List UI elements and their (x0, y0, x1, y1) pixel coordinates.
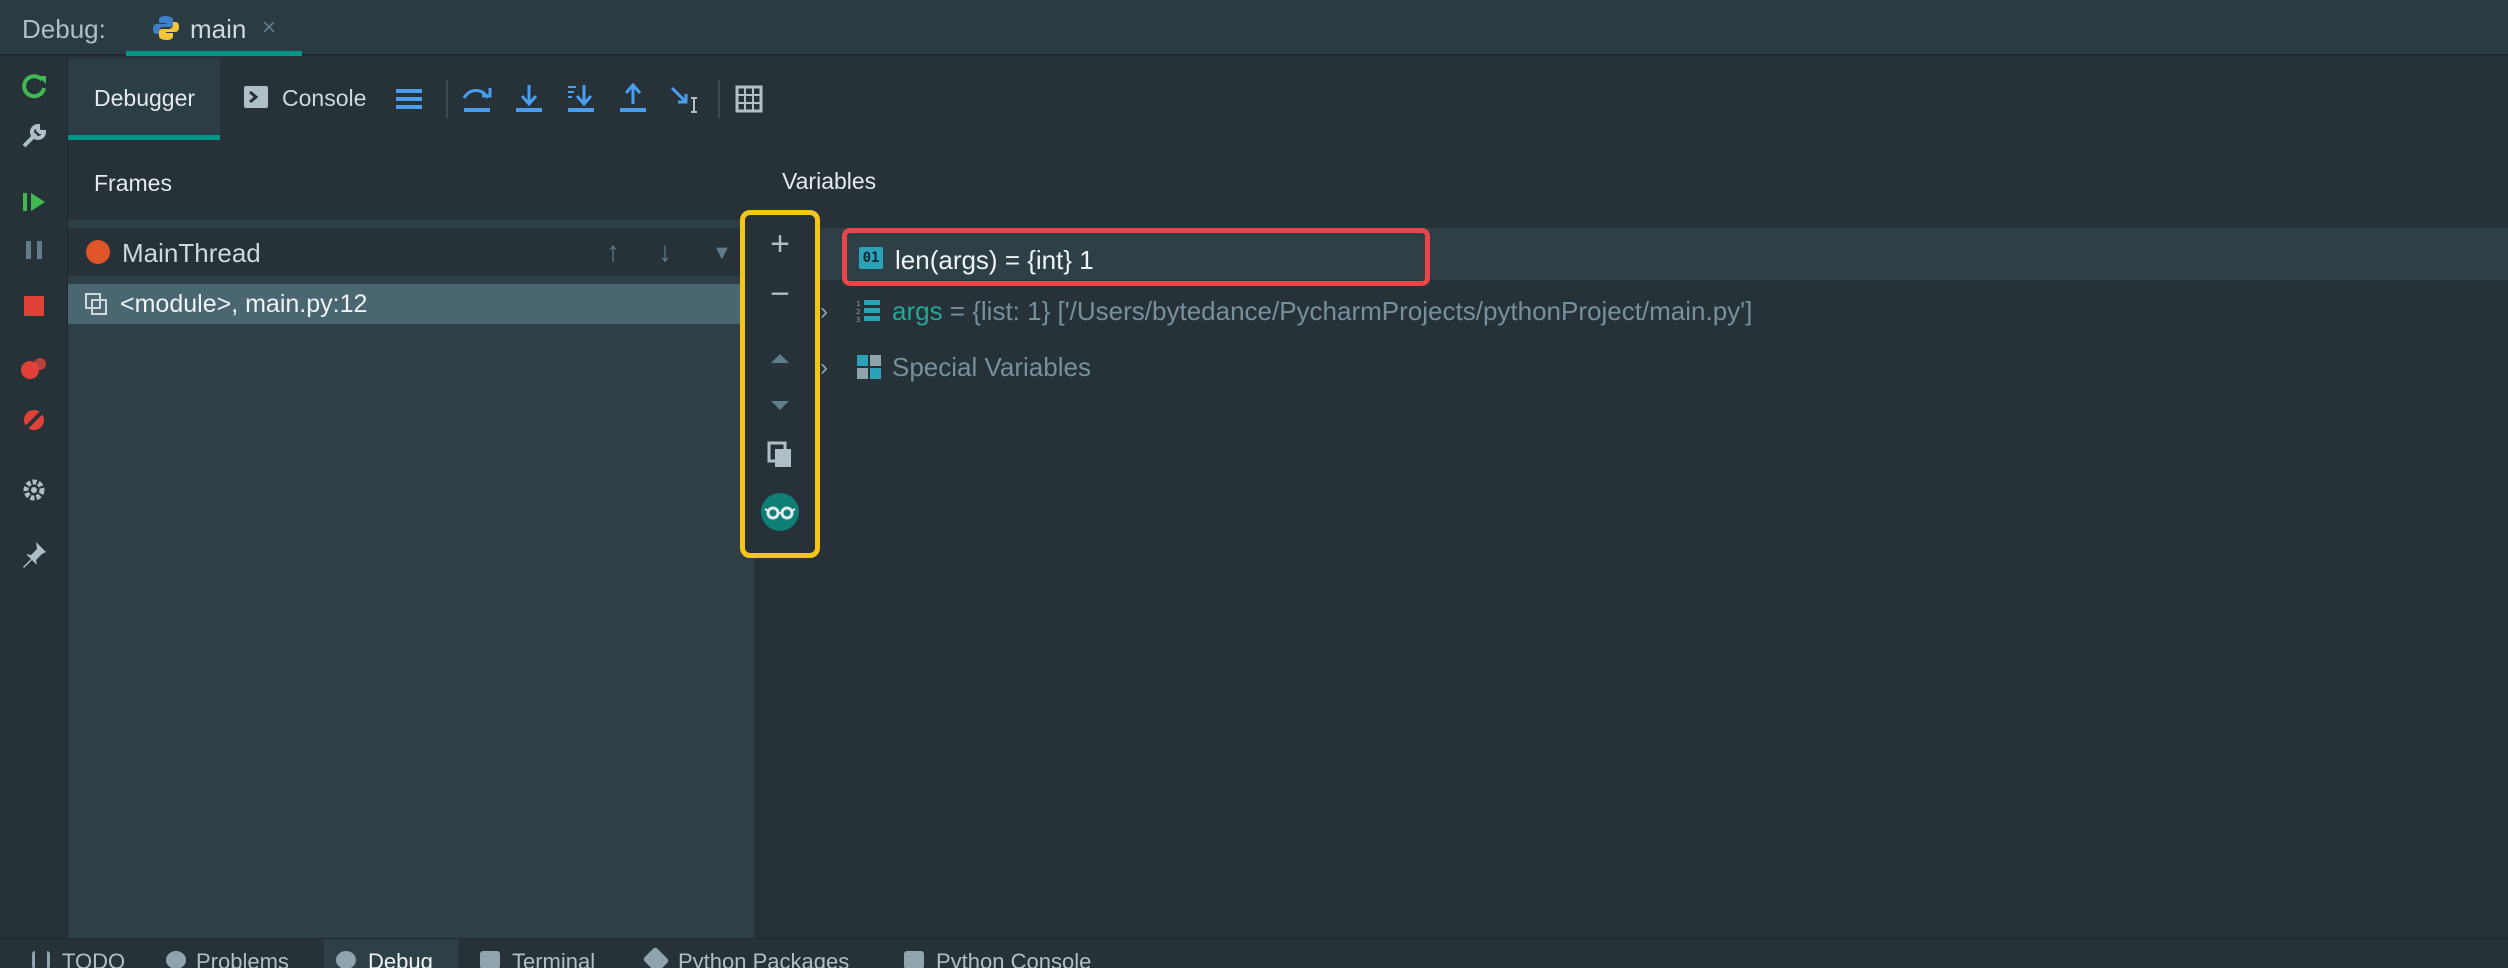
debug-label: Debug: (22, 14, 106, 44)
tab-console[interactable]: Console (244, 58, 464, 140)
tab-main-label: main (190, 14, 247, 44)
thread-status-icon (86, 240, 110, 264)
tool-window-python-console[interactable]: Python Console (936, 949, 1091, 968)
variable-args: args = {list: 1} ['/Users/bytedance/Pych… (892, 296, 1752, 327)
svg-text:3: 3 (856, 316, 860, 324)
watch-expression-row[interactable]: 01 len(args) = {int} 1 (842, 228, 1430, 286)
frame-label: <module>, main.py:12 (120, 290, 368, 318)
todo-icon (32, 951, 50, 968)
view-breakpoints-icon[interactable] (18, 352, 50, 384)
thread-name: MainThread (122, 238, 261, 268)
bug-icon (336, 951, 356, 968)
close-tab-icon[interactable]: × (262, 14, 276, 42)
tool-window-terminal[interactable]: Terminal (512, 949, 595, 968)
svg-text:1: 1 (856, 300, 860, 308)
show-watches-in-variables-icon[interactable] (761, 493, 799, 531)
step-out-icon[interactable] (616, 82, 650, 116)
tool-window-debug[interactable]: Debug (368, 949, 433, 968)
rerun-icon[interactable] (18, 70, 50, 102)
previous-frame-icon[interactable]: ↑ (606, 236, 620, 268)
frames-header: Frames (68, 140, 754, 220)
settings-icon[interactable] (18, 474, 50, 506)
debugger-toolbar: Debugger Console (68, 58, 2508, 140)
tool-window-bar: TODO Problems Debug Terminal Python Pack… (0, 938, 2508, 968)
chevron-down-icon[interactable]: ▼ (712, 242, 732, 265)
copy-watch-icon[interactable] (765, 439, 795, 469)
move-watch-down-icon[interactable] (765, 391, 795, 421)
variable-name: args (892, 296, 943, 326)
chevron-right-icon[interactable]: › (820, 354, 828, 382)
frame-icon (85, 293, 107, 315)
wrench-icon[interactable] (18, 120, 50, 152)
remove-watch-icon[interactable]: − (765, 277, 795, 311)
next-frame-icon[interactable]: ↓ (658, 236, 672, 268)
python-console-icon (904, 951, 924, 968)
tab-debugger-label: Debugger (94, 85, 196, 111)
list-icon: 1 2 3 (856, 300, 880, 324)
frames-title: Frames (94, 170, 172, 196)
step-into-my-code-icon[interactable] (564, 82, 598, 116)
tab-debugger[interactable]: Debugger (68, 58, 220, 140)
evaluate-expression-icon[interactable] (732, 82, 766, 116)
debug-titlebar: Debug: main × (0, 0, 2508, 56)
watch-expression: len(args) = {int} 1 (895, 245, 1094, 275)
step-into-icon[interactable] (512, 82, 546, 116)
mute-breakpoints-icon[interactable] (18, 404, 50, 436)
frame-list-item[interactable]: <module>, main.py:12 (68, 284, 754, 324)
terminal-icon (480, 951, 500, 968)
python-icon (153, 16, 179, 40)
tool-window-python-packages[interactable]: Python Packages (678, 949, 849, 968)
thread-selector[interactable]: MainThread ↑ ↓ ▼ (68, 228, 754, 276)
move-watch-up-icon[interactable] (765, 343, 795, 373)
left-tool-strip (0, 58, 68, 938)
run-to-cursor-icon[interactable] (668, 82, 702, 116)
watch-value-icon: 01 (859, 247, 883, 269)
console-icon (244, 86, 268, 108)
tool-window-problems[interactable]: Problems (196, 949, 289, 968)
chevron-right-icon[interactable]: › (820, 298, 828, 326)
tab-console-label: Console (282, 85, 367, 111)
pause-icon[interactable] (18, 234, 50, 266)
variables-title: Variables (782, 168, 877, 194)
resume-icon[interactable] (18, 186, 50, 218)
variable-value: = {list: 1} ['/Users/bytedance/PycharmPr… (942, 296, 1753, 326)
add-watch-icon[interactable]: + (765, 227, 795, 261)
pin-icon[interactable] (18, 538, 50, 570)
special-variables-label: Special Variables (892, 352, 1091, 382)
step-over-icon[interactable] (460, 82, 494, 116)
problems-icon (166, 951, 186, 968)
stop-icon[interactable] (18, 290, 50, 322)
svg-text:2: 2 (856, 308, 860, 316)
layers-icon (642, 946, 670, 968)
watches-toolbar: + − (740, 210, 820, 558)
special-variables-icon (857, 355, 881, 379)
tool-window-todo[interactable]: TODO (62, 949, 125, 968)
toolbar-separator (718, 80, 720, 118)
tab-main[interactable]: main × (126, 0, 302, 56)
toolbar-separator (446, 80, 448, 118)
show-execution-point-icon[interactable] (392, 82, 426, 116)
